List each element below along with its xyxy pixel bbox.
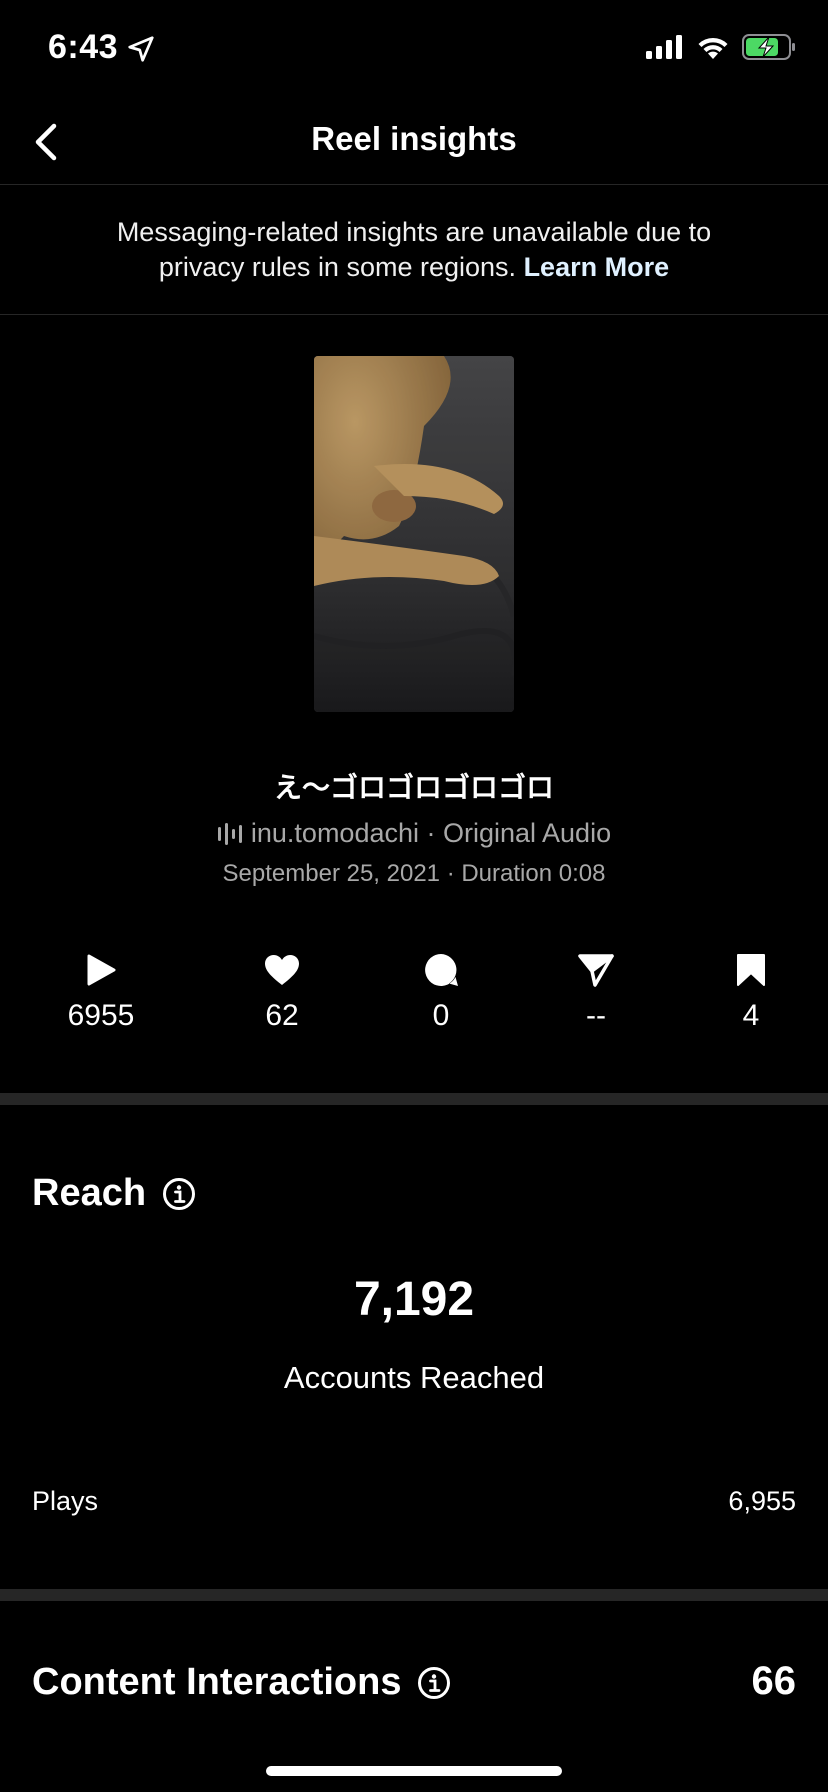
plays-value: 6,955 <box>728 1486 796 1516</box>
reel-thumbnail[interactable] <box>314 356 514 712</box>
stat-value: 62 <box>265 999 299 1032</box>
play-icon <box>87 954 116 986</box>
stat-value: 6955 <box>67 999 135 1032</box>
accounts-reached-label: Accounts Reached <box>283 1360 545 1395</box>
status-icons <box>646 34 796 60</box>
stat-plays: 6955 <box>31 950 171 1032</box>
page-title: Reel insights <box>311 120 517 157</box>
info-icon[interactable] <box>417 1666 451 1700</box>
plays-row: Plays 6,955 <box>32 1486 796 1517</box>
comment-icon <box>425 954 458 986</box>
status-time: 6:43 <box>48 28 119 66</box>
battery-charging-icon <box>742 34 795 60</box>
learn-more-link[interactable]: Learn More <box>524 252 670 282</box>
status-bar: 6:43 <box>0 0 828 100</box>
info-icon[interactable] <box>162 1177 196 1211</box>
interactions-value: 66 <box>751 1659 797 1703</box>
bookmark-icon <box>737 954 765 986</box>
audio-info[interactable]: inu.tomodachi · Original Audio <box>0 818 828 849</box>
location-arrow-icon <box>128 36 154 62</box>
share-icon <box>578 954 614 987</box>
home-indicator[interactable] <box>266 1766 562 1776</box>
wifi-icon <box>698 37 728 59</box>
stat-value: -- <box>586 999 606 1032</box>
stat-saves: 4 <box>681 950 821 1032</box>
reach-section-header: Reach <box>32 1172 196 1215</box>
stat-likes: 62 <box>212 950 352 1032</box>
reel-thumbnail-image <box>314 356 514 712</box>
stat-comments: 0 <box>371 950 511 1032</box>
stat-value: 0 <box>432 999 450 1032</box>
reel-title: え〜ゴロゴロゴロゴロ <box>273 772 554 803</box>
audio-waveform-icon <box>217 822 242 845</box>
reel-meta: September 25, 2021 · Duration 0:08 <box>222 860 606 887</box>
section-divider <box>0 1589 828 1601</box>
stat-shares: -- <box>526 950 666 1032</box>
stat-value: 4 <box>742 999 760 1032</box>
interactions-section-header: Content Interactions <box>32 1661 451 1704</box>
nav-bar: Reel insights <box>0 100 828 185</box>
reach-title: Reach <box>32 1172 147 1214</box>
audio-label: inu.tomodachi · Original Audio <box>250 818 612 848</box>
privacy-notice: Messaging-related insights are unavailab… <box>0 185 828 315</box>
cellular-signal-icon <box>646 35 682 59</box>
stats-row: 6955 62 0 -- 4 <box>0 950 828 1050</box>
heart-icon <box>265 955 299 985</box>
section-divider <box>0 1093 828 1105</box>
accounts-reached-value: 7,192 <box>353 1273 475 1326</box>
plays-label: Plays <box>32 1486 99 1516</box>
interactions-title: Content Interactions <box>32 1661 402 1703</box>
